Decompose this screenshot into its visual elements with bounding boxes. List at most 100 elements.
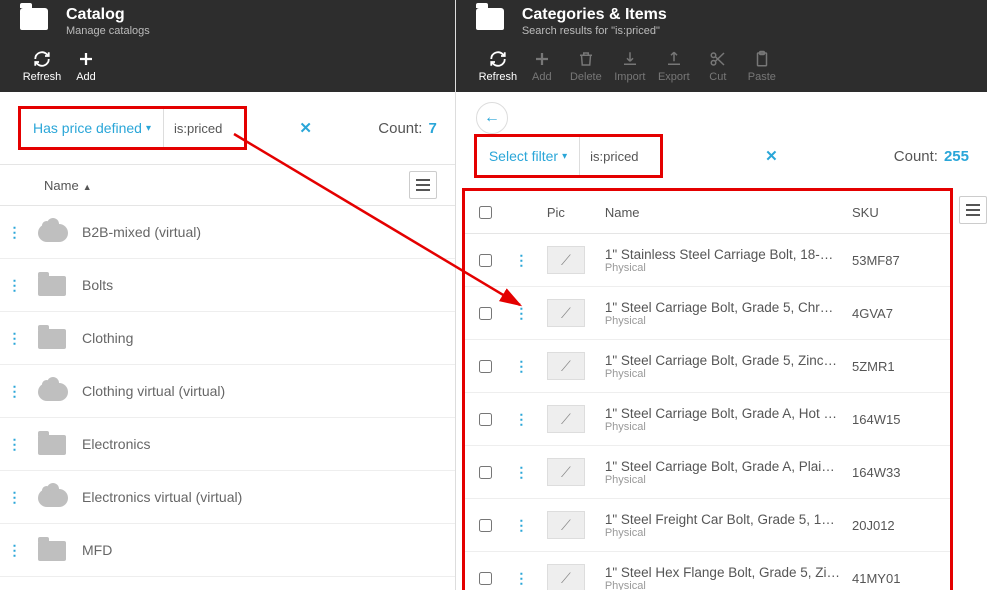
left-filter-highlight: Has price defined ▾ <box>18 106 247 150</box>
right-title: Categories & Items <box>522 6 667 24</box>
item-checkbox[interactable] <box>479 360 492 373</box>
item-sku: 164W33 <box>846 465 950 480</box>
price-defined-filter-dropdown[interactable]: Has price defined ▾ <box>21 109 164 147</box>
item-row[interactable]: ⋮ ⟋ 1" Steel Carriage Bolt, Grade 5, Zinc…… <box>465 340 950 393</box>
row-menu-icon[interactable]: ⋮ <box>511 305 531 322</box>
r-import-button[interactable]: Import <box>608 50 652 83</box>
clear-filter-button[interactable]: ✕ <box>299 119 312 137</box>
item-row[interactable]: ⋮⟋1" Steel Carriage Bolt, Grade A, Plai…… <box>465 446 950 499</box>
catalog-row[interactable]: ⋮Clothing <box>0 312 455 365</box>
cloud-icon <box>38 379 70 403</box>
r-refresh-button[interactable]: Refresh <box>476 50 520 83</box>
row-menu-icon[interactable]: ⋮ <box>4 224 24 241</box>
refresh-button[interactable]: Refresh <box>20 50 64 83</box>
item-row[interactable]: ⋮⟋1" Steel Freight Car Bolt, Grade 5, 1…… <box>465 499 950 552</box>
item-sku: 41MY01 <box>846 571 950 586</box>
item-row[interactable]: ⋮⟋1" Steel Carriage Bolt, Grade A, Hot …… <box>465 393 950 446</box>
trash-icon <box>577 50 595 68</box>
right-filter-highlight: Select filter ▾ <box>474 134 663 178</box>
item-sku: 5ZMR1 <box>846 359 950 374</box>
right-list-menu-button[interactable] <box>959 196 987 224</box>
folder-icon <box>38 326 70 350</box>
hamburger-icon <box>966 204 980 216</box>
item-row[interactable]: ⋮⟋1" Stainless Steel Carriage Bolt, 18-…… <box>465 234 950 287</box>
item-thumbnail: ⟋ <box>547 352 585 380</box>
pic-column-header[interactable]: Pic <box>541 205 599 220</box>
right-filter-input[interactable] <box>580 137 660 175</box>
catalog-label: MFD <box>82 542 112 558</box>
select-filter-dropdown[interactable]: Select filter ▾ <box>477 137 580 175</box>
row-menu-icon[interactable]: ⋮ <box>511 358 531 375</box>
item-type: Physical <box>605 262 840 274</box>
item-checkbox[interactable] <box>479 307 492 320</box>
r-delete-button[interactable]: Delete <box>564 50 608 83</box>
catalog-row[interactable]: ⋮ MFD <box>0 524 455 577</box>
left-list-menu-button[interactable] <box>409 171 437 199</box>
left-title: Catalog <box>66 6 150 24</box>
row-menu-icon[interactable]: ⋮ <box>4 330 24 347</box>
item-sku: 53MF87 <box>846 253 950 268</box>
sku-column-header[interactable]: SKU <box>846 205 950 220</box>
row-menu-icon[interactable]: ⋮ <box>511 464 531 481</box>
catalog-row[interactable]: ⋮B2B-mixed (virtual) <box>0 206 455 259</box>
item-checkbox[interactable] <box>479 413 492 426</box>
item-type: Physical <box>605 368 840 380</box>
folder-icon <box>38 432 70 456</box>
row-menu-icon[interactable]: ⋮ <box>4 277 24 294</box>
item-sku: 4GVA7 <box>846 306 950 321</box>
right-header: Categories & Items Search results for "i… <box>456 0 987 92</box>
r-cut-button[interactable]: Cut <box>696 50 740 83</box>
r-export-button[interactable]: Export <box>652 50 696 83</box>
r-clear-filter-button[interactable]: ✕ <box>765 147 778 165</box>
item-checkbox[interactable] <box>479 254 492 267</box>
row-menu-icon[interactable]: ⋮ <box>4 489 24 506</box>
item-type: Physical <box>605 315 840 327</box>
catalog-row[interactable]: ⋮Clothing virtual (virtual) <box>0 365 455 418</box>
row-menu-icon[interactable]: ⋮ <box>511 411 531 428</box>
caret-down-icon: ▾ <box>562 151 567 162</box>
import-icon <box>621 50 639 68</box>
caret-down-icon: ▾ <box>146 123 151 134</box>
catalog-row[interactable]: ⋮ Bolts <box>0 259 455 312</box>
item-sku: 164W15 <box>846 412 950 427</box>
plus-icon <box>77 50 95 68</box>
clipboard-icon <box>753 50 771 68</box>
select-all-checkbox[interactable] <box>479 206 492 219</box>
item-row[interactable]: ⋮⟋1" Steel Hex Flange Bolt, Grade 5, Zi…… <box>465 552 950 590</box>
catalog-folder-icon <box>20 8 48 30</box>
left-filter-input[interactable] <box>164 109 244 147</box>
catalog-row[interactable]: ⋮Electronics virtual (virtual) <box>0 471 455 524</box>
catalog-row[interactable]: ⋮Electronics <box>0 418 455 471</box>
r-paste-button[interactable]: Paste <box>740 50 784 83</box>
folder-icon <box>38 273 70 297</box>
r-add-button[interactable]: Add <box>520 50 564 83</box>
export-icon <box>665 50 683 68</box>
item-name: 1" Steel Freight Car Bolt, Grade 5, 1… <box>605 512 840 527</box>
row-menu-icon[interactable]: ⋮ <box>4 383 24 400</box>
item-thumbnail: ⟋ <box>547 299 585 327</box>
item-name: 1" Steel Carriage Bolt, Grade A, Plai… <box>605 459 840 474</box>
name-column-header[interactable]: Name▲ <box>44 178 92 193</box>
item-checkbox[interactable] <box>479 466 492 479</box>
categories-folder-icon <box>476 8 504 30</box>
refresh-icon <box>33 50 51 68</box>
back-button[interactable]: ← <box>476 102 508 134</box>
item-name: 1" Steel Hex Flange Bolt, Grade 5, Zi… <box>605 565 840 580</box>
item-type: Physical <box>605 474 840 486</box>
row-menu-icon[interactable]: ⋮ <box>511 570 531 587</box>
add-button[interactable]: Add <box>64 50 108 83</box>
name-column-header[interactable]: Name <box>599 205 846 220</box>
row-menu-icon[interactable]: ⋮ <box>511 517 531 534</box>
item-checkbox[interactable] <box>479 572 492 585</box>
left-list-header: Name▲ <box>0 164 455 206</box>
item-row[interactable]: ⋮⟋1" Steel Carriage Bolt, Grade 5, Chr…P… <box>465 287 950 340</box>
item-thumbnail: ⟋ <box>547 405 585 433</box>
hamburger-icon <box>416 179 430 191</box>
item-thumbnail: ⟋ <box>547 246 585 274</box>
row-menu-icon[interactable]: ⋮ <box>4 436 24 453</box>
row-menu-icon[interactable]: ⋮ <box>511 252 531 269</box>
item-checkbox[interactable] <box>479 519 492 532</box>
item-name: 1" Steel Carriage Bolt, Grade 5, Zinc… <box>605 353 840 368</box>
catalog-label: Bolts <box>82 277 113 293</box>
row-menu-icon[interactable]: ⋮ <box>4 542 24 559</box>
